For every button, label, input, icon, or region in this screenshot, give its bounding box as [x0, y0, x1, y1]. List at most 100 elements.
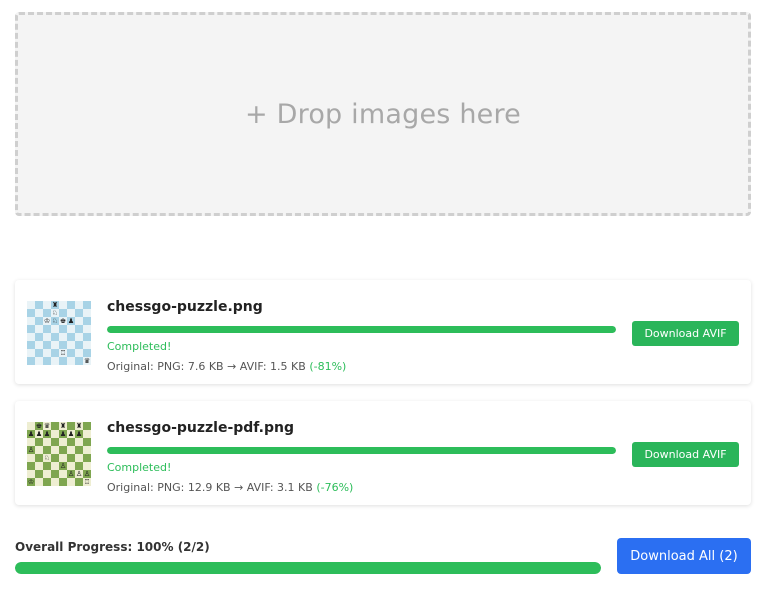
board-square: [51, 462, 59, 470]
board-square: [67, 325, 75, 333]
board-square: ♔: [43, 317, 51, 325]
board-square: [59, 301, 67, 309]
board-square: [35, 446, 43, 454]
board-square: [51, 430, 59, 438]
board-square: [27, 309, 35, 317]
file-card: ♜ ♘ ♔ ♘ ♚ ♟ ♖ ♛ chessgo-puzzle.png Completed! O…: [15, 280, 751, 384]
board-square: [35, 317, 43, 325]
overall-progress-fill: [15, 562, 601, 574]
chessboard-thumbnail: ♚ ♛ ♜ ♜ ♟ ♟ ♟ ♟ ♟ ♟ ♙ ♘ ♙ ♙ ♙ ♙ ♔ ♖: [27, 422, 91, 486]
board-square: [83, 309, 91, 317]
dropzone-label: + Drop images here: [245, 98, 521, 130]
board-square: [83, 341, 91, 349]
board-square: [83, 333, 91, 341]
board-square: [27, 462, 35, 470]
board-square: ♟: [27, 430, 35, 438]
board-square: ♟: [75, 430, 83, 438]
board-square: [35, 462, 43, 470]
board-square: ♜: [75, 422, 83, 430]
board-square: [51, 470, 59, 478]
board-square: [43, 341, 51, 349]
board-square: [59, 357, 67, 365]
board-square: ♟: [43, 430, 51, 438]
board-square: [75, 462, 83, 470]
board-square: [35, 470, 43, 478]
overall-progress-bar: [15, 562, 601, 574]
board-square: [67, 349, 75, 357]
board-square: [43, 438, 51, 446]
chessboard-thumbnail: ♜ ♘ ♔ ♘ ♚ ♟ ♖ ♛: [27, 301, 91, 365]
file-size-stats: Original: PNG: 12.9 KB → AVIF: 3.1 KB (-…: [107, 481, 353, 494]
board-square: ♙: [83, 470, 91, 478]
board-square: [59, 309, 67, 317]
board-square: [35, 333, 43, 341]
board-square: [43, 325, 51, 333]
board-square: [67, 357, 75, 365]
board-square: [51, 446, 59, 454]
board-square: [35, 325, 43, 333]
board-square: [43, 357, 51, 365]
image-dropzone[interactable]: + Drop images here: [15, 12, 751, 216]
board-square: [27, 357, 35, 365]
overall-progress-label: Overall Progress: 100% (2/2): [15, 540, 210, 554]
board-square: [27, 317, 35, 325]
board-square: [35, 349, 43, 357]
board-square: [27, 438, 35, 446]
download-avif-button[interactable]: Download AVIF: [632, 442, 739, 467]
board-square: [67, 462, 75, 470]
file-progress-bar: [107, 447, 616, 454]
board-square: [83, 422, 91, 430]
board-square: [43, 446, 51, 454]
board-square: [75, 309, 83, 317]
board-square: [27, 341, 35, 349]
board-square: ♟: [59, 430, 67, 438]
board-square: [27, 470, 35, 478]
board-square: [51, 422, 59, 430]
board-square: [51, 333, 59, 341]
board-square: ♛: [43, 422, 51, 430]
board-square: [51, 349, 59, 357]
board-square: [43, 478, 51, 486]
download-avif-button[interactable]: Download AVIF: [632, 321, 739, 346]
board-square: [75, 333, 83, 341]
file-progress-bar: [107, 326, 616, 333]
board-square: ♙: [67, 470, 75, 478]
board-square: [43, 349, 51, 357]
board-square: ♖: [83, 478, 91, 486]
board-square: [83, 301, 91, 309]
board-square: [59, 341, 67, 349]
board-square: [59, 470, 67, 478]
board-square: ♔: [27, 478, 35, 486]
board-square: [75, 349, 83, 357]
file-card: ♚ ♛ ♜ ♜ ♟ ♟ ♟ ♟ ♟ ♟ ♙ ♘ ♙ ♙ ♙ ♙ ♔ ♖ chessgo-puzzle-pdf.pn…: [15, 401, 751, 505]
file-name: chessgo-puzzle.png: [107, 299, 263, 315]
board-square: [67, 333, 75, 341]
board-square: [59, 454, 67, 462]
board-square: [75, 357, 83, 365]
board-square: [67, 438, 75, 446]
board-square: ♙: [59, 462, 67, 470]
size-reduction: (-76%): [316, 481, 354, 494]
board-square: [59, 446, 67, 454]
board-square: [51, 341, 59, 349]
file-progress-fill: [107, 326, 616, 333]
board-square: [35, 341, 43, 349]
download-all-button[interactable]: Download All (2): [617, 538, 751, 574]
size-comparison: Original: PNG: 12.9 KB → AVIF: 3.1 KB: [107, 481, 313, 494]
board-square: [83, 446, 91, 454]
board-square: [27, 454, 35, 462]
board-square: [67, 422, 75, 430]
board-square: [75, 438, 83, 446]
board-square: [51, 438, 59, 446]
board-square: [35, 309, 43, 317]
board-square: [75, 325, 83, 333]
file-status: Completed!: [107, 340, 172, 353]
size-comparison: Original: PNG: 7.6 KB → AVIF: 1.5 KB: [107, 360, 306, 373]
board-square: [35, 438, 43, 446]
board-square: [67, 454, 75, 462]
board-square: [59, 325, 67, 333]
board-square: [83, 454, 91, 462]
board-square: [43, 309, 51, 317]
file-size-stats: Original: PNG: 7.6 KB → AVIF: 1.5 KB (-8…: [107, 360, 346, 373]
board-square: [83, 462, 91, 470]
